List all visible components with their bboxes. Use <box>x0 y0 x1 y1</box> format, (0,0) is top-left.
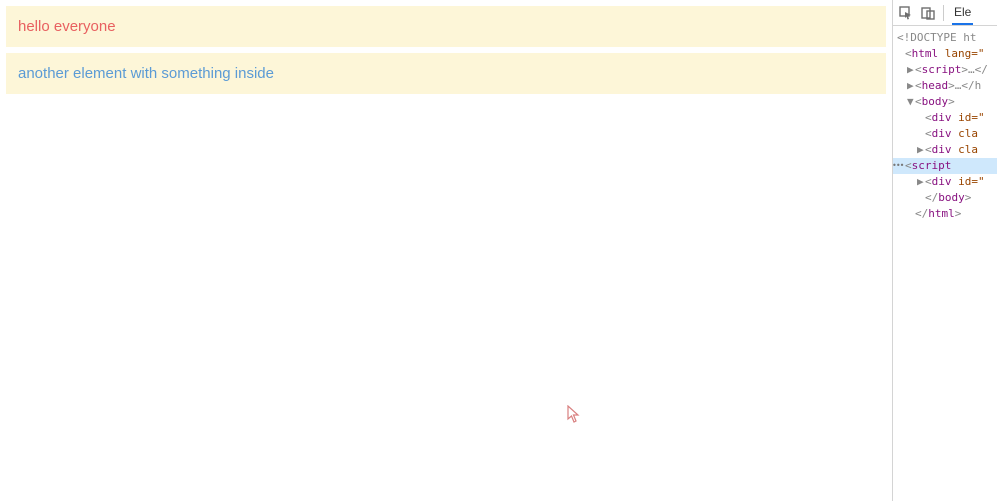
page-viewport: hello everyone another element with some… <box>0 0 892 501</box>
dom-line[interactable]: ▶<head>…</h <box>897 78 997 94</box>
dom-line[interactable]: <html lang=" <box>897 46 997 62</box>
dom-line[interactable]: <div id=" <box>897 110 997 126</box>
dom-line-selected[interactable]: <script <box>893 158 997 174</box>
disclosure-triangle-icon[interactable]: ▶ <box>917 142 925 158</box>
dom-tree[interactable]: <!DOCTYPE ht<html lang="▶<script>…</▶<he… <box>893 26 997 226</box>
dom-line[interactable]: ▶<div id=" <box>897 174 997 190</box>
content-block-2: another element with something inside <box>6 53 886 94</box>
devtools-panel: Ele <!DOCTYPE ht<html lang="▶<script>…</… <box>892 0 997 501</box>
dom-line[interactable]: ▶<div cla <box>897 142 997 158</box>
disclosure-triangle-icon[interactable]: ▼ <box>907 94 915 110</box>
dom-line[interactable]: </html> <box>897 206 997 222</box>
dom-line[interactable]: ▼<body> <box>897 94 997 110</box>
toolbar-divider <box>943 5 944 21</box>
disclosure-triangle-icon[interactable]: ▶ <box>907 78 915 94</box>
tab-elements[interactable]: Ele <box>952 1 973 25</box>
disclosure-triangle-icon[interactable]: ▶ <box>917 174 925 190</box>
dom-line[interactable]: ▶<script>…</ <box>897 62 997 78</box>
dom-line[interactable]: <!DOCTYPE ht <box>897 30 997 46</box>
disclosure-triangle-icon[interactable]: ▶ <box>907 62 915 78</box>
content-block-1: hello everyone <box>6 6 886 47</box>
dom-line[interactable]: <div cla <box>897 126 997 142</box>
dom-line[interactable]: </body> <box>897 190 997 206</box>
device-toggle-icon[interactable] <box>921 6 935 20</box>
inspect-element-icon[interactable] <box>899 6 913 20</box>
devtools-toolbar: Ele <box>893 0 997 26</box>
